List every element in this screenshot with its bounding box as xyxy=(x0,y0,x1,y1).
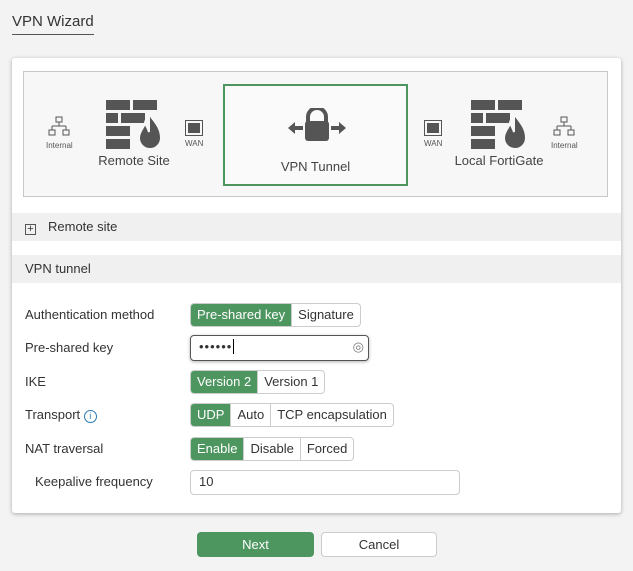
network-icon xyxy=(48,116,70,136)
ethernet-port-icon xyxy=(424,120,443,136)
topology-diagram: Internal Remote Site WAN VPN Tunnel WAN … xyxy=(23,71,608,197)
ethernet-port-icon xyxy=(185,120,204,136)
remote-wan: WAN xyxy=(185,120,203,148)
local-internal: Internal xyxy=(551,116,578,150)
remote-site-node[interactable]: Remote Site xyxy=(94,100,174,168)
auth-method-toggle: Pre-shared key Signature xyxy=(190,303,361,327)
expand-icon[interactable]: + xyxy=(25,224,36,235)
transport-row: Transport i UDP Auto TCP encapsulation xyxy=(25,403,615,427)
text-cursor xyxy=(233,339,235,354)
transport-toggle: UDP Auto TCP encapsulation xyxy=(190,403,394,427)
local-wan: WAN xyxy=(424,120,442,148)
psk-input[interactable]: •••••• ◎ xyxy=(190,335,369,361)
vpn-tunnel-node[interactable]: VPN Tunnel xyxy=(223,84,408,186)
psk-row: Pre-shared key •••••• ◎ xyxy=(25,335,615,361)
firewall-icon xyxy=(471,100,528,150)
keepalive-row: Keepalive frequency 10 xyxy=(25,470,615,495)
network-icon xyxy=(553,116,575,136)
ike-option-v1[interactable]: Version 1 xyxy=(257,371,324,393)
next-button[interactable]: Next xyxy=(197,532,314,557)
info-icon[interactable]: i xyxy=(83,410,97,423)
ike-toggle: Version 2 Version 1 xyxy=(190,370,326,394)
transport-option-udp[interactable]: UDP xyxy=(191,404,231,426)
cancel-button[interactable]: Cancel xyxy=(321,532,437,557)
transport-option-auto[interactable]: Auto xyxy=(230,404,270,426)
nat-option-disable[interactable]: Disable xyxy=(243,438,299,460)
transport-option-tcp[interactable]: TCP encapsulation xyxy=(270,404,393,426)
nat-option-forced[interactable]: Forced xyxy=(299,438,353,460)
page-title: VPN Wizard xyxy=(12,13,94,35)
auth-option-signature[interactable]: Signature xyxy=(291,304,360,326)
remote-internal: Internal xyxy=(46,116,73,150)
keepalive-input[interactable]: 10 xyxy=(190,470,460,495)
local-fortigate-node[interactable]: Local FortiGate xyxy=(449,100,549,168)
eye-icon[interactable]: ◎ xyxy=(353,336,364,358)
ike-option-v2[interactable]: Version 2 xyxy=(191,371,258,393)
nat-row: NAT traversal Enable Disable Forced xyxy=(25,437,615,461)
auth-method-row: Authentication method Pre-shared key Sign… xyxy=(25,303,615,327)
nat-option-enable[interactable]: Enable xyxy=(191,438,244,460)
ike-row: IKE Version 2 Version 1 xyxy=(25,370,615,394)
wizard-panel: Internal Remote Site WAN VPN Tunnel WAN … xyxy=(12,58,621,513)
auth-option-psk[interactable]: Pre-shared key xyxy=(191,304,292,326)
vpn-tunnel-section: VPN tunnel xyxy=(12,255,621,283)
remote-site-section[interactable]: + Remote site xyxy=(12,213,621,241)
lock-arrows-icon xyxy=(288,108,346,141)
firewall-icon xyxy=(106,100,163,150)
nat-toggle: Enable Disable Forced xyxy=(190,437,355,461)
